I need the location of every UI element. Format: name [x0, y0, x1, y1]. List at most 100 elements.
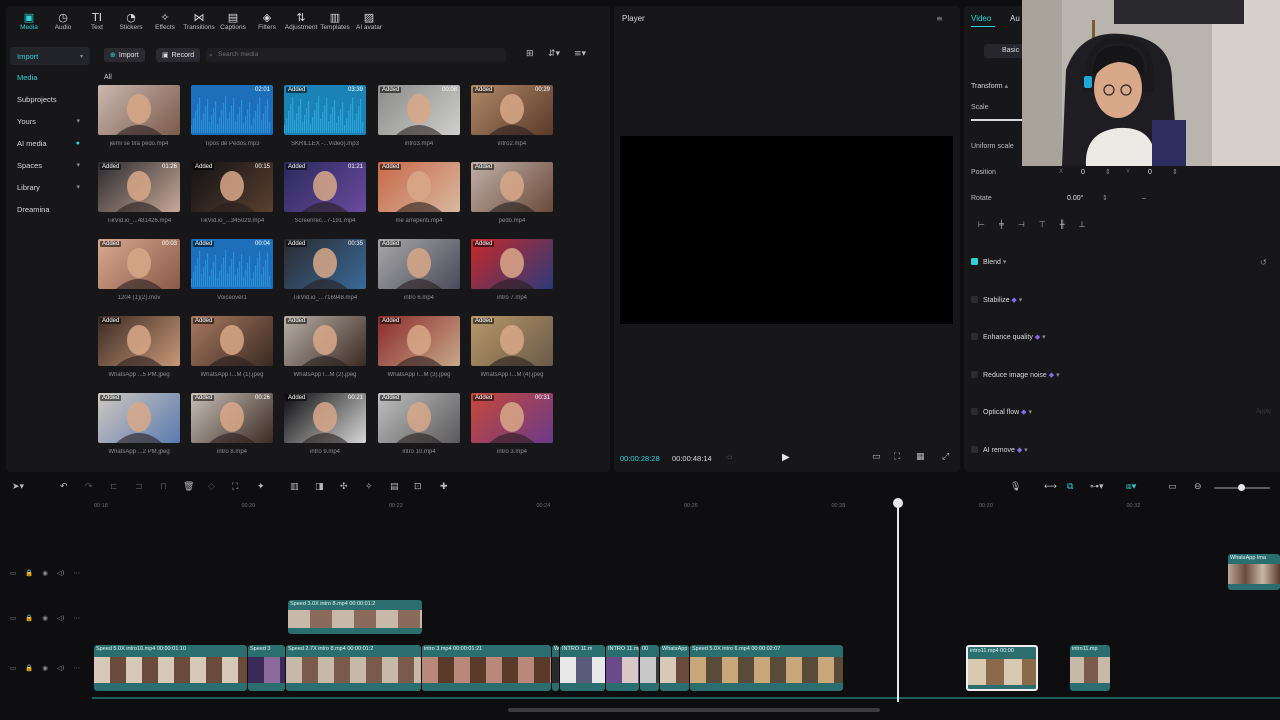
media-thumbnail[interactable]: Added 00:26 — [191, 393, 273, 443]
caption-track-icon[interactable]: ▭ — [1168, 482, 1177, 492]
main-track-clip[interactable]: INTRO 11.m — [560, 645, 605, 691]
tab-video[interactable]: Video — [971, 14, 991, 23]
media-thumbnail[interactable]: Added — [98, 316, 180, 366]
checkbox[interactable] — [971, 333, 978, 341]
section-enhance-quality[interactable]: Enhance quality ◆ ▾ — [971, 333, 1046, 341]
section-stabilize[interactable]: Stabilize ◆ ▾ — [971, 295, 1022, 304]
microphone-icon[interactable]: 🎙 — [1010, 482, 1021, 492]
media-thumbnail[interactable]: Added — [191, 316, 273, 366]
mute-icon[interactable]: ◁) — [57, 569, 65, 577]
video-preview[interactable] — [620, 136, 953, 324]
link-icon[interactable]: ⟷ — [1044, 482, 1057, 492]
scale-slider[interactable] — [971, 119, 1023, 121]
zoom-slider-thumb[interactable] — [1238, 484, 1245, 491]
media-thumbnail[interactable]: Added 00:35 — [284, 239, 366, 289]
mute-icon[interactable]: ◁) — [57, 664, 65, 672]
tab-text[interactable]: TI Text — [80, 6, 114, 36]
import-section-header[interactable]: Import ▾ — [10, 47, 90, 65]
playhead-handle[interactable] — [893, 498, 903, 508]
mirror-icon[interactable]: ◨ — [315, 482, 324, 492]
undo-icon[interactable]: ↶ — [60, 482, 68, 492]
media-thumbnail[interactable]: Added — [378, 393, 460, 443]
sidebar-item-dreamina[interactable]: Dreamina — [6, 198, 90, 220]
cover-icon[interactable]: ▭ — [10, 569, 16, 577]
overlay-clip[interactable]: WhatsApp Ima — [1228, 554, 1280, 590]
filter-all-tab[interactable]: All — [104, 74, 112, 81]
fit-screen-icon[interactable]: ⊡ — [414, 482, 422, 492]
select-tool-icon[interactable]: ➤▾ — [12, 482, 24, 492]
transform-header[interactable]: Transform ▴ — [971, 82, 1008, 90]
media-thumbnail[interactable]: Added 00:03 — [98, 239, 180, 289]
checkbox[interactable] — [971, 408, 978, 416]
pos-x-input[interactable]: 0 — [1081, 169, 1085, 176]
crop-icon[interactable]: ⛶ — [894, 452, 900, 462]
lock-icon[interactable]: 🔒 — [25, 614, 33, 622]
tab-captions[interactable]: ▤ Captions — [216, 6, 250, 36]
main-track-clip[interactable]: Speed 5.0X intro10.mp4 00:00:01:10 — [94, 645, 247, 691]
media-thumbnail[interactable]: Added 00:21 — [284, 393, 366, 443]
linkage-icon[interactable]: ⊶▾ — [1090, 482, 1104, 492]
crop-tool-icon[interactable]: ⛶ — [232, 482, 238, 492]
media-thumbnail[interactable]: Added — [378, 239, 460, 289]
media-thumbnail[interactable]: Added 00:15 — [191, 162, 273, 212]
fullscreen-icon[interactable]: ⤢ — [942, 452, 949, 462]
main-track-clip[interactable]: Speed 2.7X intro 8.mp4 00:00:01:2 — [286, 645, 421, 691]
sidebar-item-library[interactable]: Library ▾ — [6, 176, 90, 198]
add-marker-icon[interactable]: ✚ — [440, 482, 448, 492]
grid-view-icon[interactable]: ⊞ — [526, 49, 534, 59]
tab-media[interactable]: ▣ Media — [12, 6, 46, 36]
main-track-clip[interactable]: Speed 5.0X intro 6.mp4 00:00:02:07 — [690, 645, 843, 691]
media-thumbnail[interactable]: Added 01:21 — [284, 162, 366, 212]
import-button[interactable]: ⊕ Import — [104, 48, 145, 62]
checkbox[interactable] — [971, 295, 978, 303]
main-track-clip[interactable]: INTRO 11.mp4 — [606, 645, 639, 691]
media-thumbnail[interactable]: Added — [471, 162, 553, 212]
delete-icon[interactable]: 🗑 — [183, 482, 194, 492]
playhead[interactable] — [897, 500, 899, 702]
align-center-h-icon[interactable]: ╪ — [999, 220, 1004, 229]
play-button[interactable]: ▶ — [782, 452, 790, 463]
media-thumbnail[interactable]: Added — [98, 393, 180, 443]
fit-icon[interactable]: ▭ — [872, 452, 881, 462]
tab-templates[interactable]: ▥ Templates — [318, 6, 352, 36]
zoom-out-icon[interactable]: ⊖ — [1194, 482, 1202, 492]
main-track-clip[interactable]: Speed 3 — [248, 645, 285, 691]
media-thumbnail[interactable] — [98, 85, 180, 135]
tab-audio[interactable]: Au — [1010, 14, 1020, 23]
pos-y-stepper[interactable]: ⇕ — [1172, 168, 1178, 176]
time-ruler[interactable]: 00:18 00:20 00:22 00:24 00:26 00:28 00:30 00:32 — [92, 498, 1280, 512]
filter-icon[interactable]: ≡▾ — [574, 49, 586, 59]
cover-icon[interactable]: ▭ — [10, 614, 16, 622]
eye-icon[interactable]: ◉ — [42, 664, 48, 672]
main-track-clip[interactable]: W — [552, 645, 559, 691]
media-thumbnail[interactable]: Added 01:26 — [98, 162, 180, 212]
tab-adjustment[interactable]: ⇅ Adjustment — [284, 6, 318, 36]
section-optical-flow[interactable]: Optical flow ◆ ▾ — [971, 408, 1032, 416]
checkbox[interactable] — [971, 370, 978, 378]
mute-icon[interactable]: ◁) — [57, 614, 65, 622]
track2-clip[interactable]: Speed 3.0X intro 8.mp4 00:00:01:2 — [288, 600, 422, 634]
align-right-icon[interactable]: ⊣ — [1018, 220, 1025, 229]
tail-clip[interactable]: intro11.mp — [1070, 645, 1110, 691]
tab-ai-avatar[interactable]: ▨ AI avatar — [352, 6, 386, 36]
checkbox[interactable] — [971, 446, 978, 453]
align-left-icon[interactable]: ⊢ — [978, 220, 985, 229]
timeline-scrollbar[interactable] — [508, 708, 880, 712]
media-thumbnail[interactable]: 02:01 — [191, 85, 273, 135]
media-thumbnail[interactable]: Added — [471, 239, 553, 289]
checkbox[interactable] — [971, 258, 978, 265]
reset-icon[interactable]: ↺ — [1260, 258, 1267, 267]
sidebar-item-subprojects[interactable]: Subprojects — [6, 88, 90, 110]
media-thumbnail[interactable]: Added 00:31 — [471, 393, 553, 443]
sort-icon[interactable]: ⇵▾ — [548, 49, 560, 59]
sidebar-item-yours[interactable]: Yours ▾ — [6, 110, 90, 132]
menu-icon[interactable]: ≡ — [936, 14, 943, 23]
section-blend[interactable]: Blend ▾ — [971, 258, 1006, 266]
speed-icon[interactable]: ✣ — [340, 482, 348, 492]
media-thumbnail[interactable]: Added 00:08 — [378, 85, 460, 135]
pos-y-input[interactable]: 0 — [1148, 169, 1152, 176]
section-reduce-image-noise[interactable]: Reduce image noise ◆ ▾ — [971, 370, 1060, 379]
magnet-snap-icon[interactable]: ⧉ — [1067, 482, 1073, 492]
media-thumbnail[interactable]: Added 00:04 — [191, 239, 273, 289]
magic-wand-icon[interactable]: ✦ — [257, 482, 265, 492]
